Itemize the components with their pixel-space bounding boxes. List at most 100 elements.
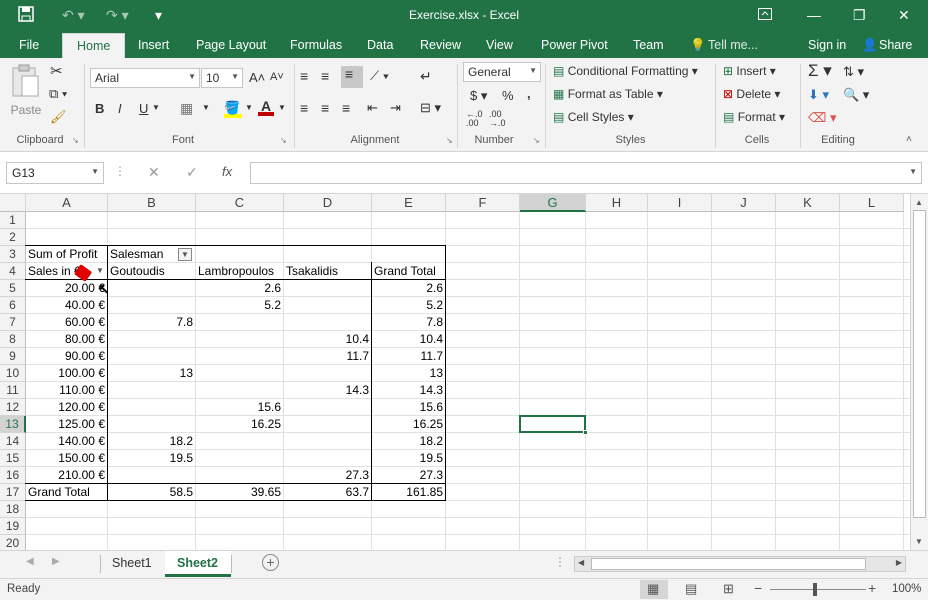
page-layout-view-icon[interactable]: ▤ — [685, 581, 697, 597]
pivot-cell[interactable]: 63.7 — [284, 484, 372, 501]
pivot-cell[interactable] — [284, 365, 372, 382]
copy-icon[interactable]: ⧉ ▾ — [49, 86, 67, 102]
tab-file[interactable]: File — [19, 38, 39, 52]
wrap-text-icon[interactable]: ↵ — [420, 68, 432, 85]
pivot-cell[interactable]: 7.8 — [108, 314, 196, 331]
cancel-icon[interactable]: ✕ — [148, 164, 160, 181]
tab-insert[interactable]: Insert — [138, 38, 169, 52]
worksheet-grid[interactable]: A B C D E F G H I J K L 1 2 3 4 5 6 7 8 9 10 11 12 13 14 15 16 17 18 1… — [0, 194, 910, 552]
pivot-cell[interactable] — [196, 365, 284, 382]
salesman-filter-dropdown[interactable]: ▼ — [178, 248, 192, 261]
pivot-cell[interactable] — [284, 297, 372, 314]
horizontal-scroll-thumb[interactable] — [591, 558, 866, 570]
pivot-cell[interactable]: 40.00 € — [26, 297, 108, 314]
pivot-cell[interactable]: 39.65 — [196, 484, 284, 501]
find-select-icon[interactable]: 🔍 ▾ — [843, 87, 869, 103]
currency-icon[interactable]: $ ▾ — [470, 88, 487, 104]
pivot-cell[interactable] — [108, 382, 196, 399]
pivot-cell[interactable]: 19.5 — [108, 450, 196, 467]
row-header[interactable]: 14 — [0, 433, 26, 450]
row-header[interactable]: 19 — [0, 518, 26, 535]
pivot-cell[interactable] — [284, 433, 372, 450]
pivot-cell[interactable] — [108, 331, 196, 348]
column-header[interactable]: K — [776, 194, 840, 212]
zoom-out-icon[interactable]: − — [754, 580, 762, 596]
tab-page-layout[interactable]: Page Layout — [196, 38, 266, 52]
pivot-cell[interactable]: 10.4 — [284, 331, 372, 348]
pivot-cell[interactable]: 18.2 — [372, 433, 446, 450]
pivot-cell[interactable]: 7.8 — [372, 314, 446, 331]
tab-data[interactable]: Data — [367, 38, 393, 52]
scroll-left-icon[interactable]: ◀ — [578, 558, 584, 567]
conditional-formatting-button[interactable]: ▤ Conditional Formatting ▾ — [553, 64, 698, 78]
row-header[interactable]: 8 — [0, 331, 26, 348]
zoom-slider[interactable] — [770, 589, 866, 590]
pivot-cell[interactable]: 2.6 — [372, 280, 446, 297]
normal-view-icon[interactable]: ▦ — [647, 581, 659, 597]
insert-cells-button[interactable]: ⊞ Insert ▾ — [723, 64, 776, 78]
underline-dropdown-icon[interactable]: ▼ — [152, 103, 160, 112]
pivot-cell[interactable]: 27.3 — [372, 467, 446, 484]
pivot-cell[interactable]: 110.00 € — [26, 382, 108, 399]
tab-view[interactable]: View — [486, 38, 513, 52]
pivot-cell[interactable]: 5.2 — [196, 297, 284, 314]
number-format-box[interactable]: General ▼ — [463, 62, 541, 82]
next-sheet-icon[interactable]: ▶ — [52, 556, 60, 567]
column-header[interactable]: G — [520, 194, 586, 212]
tab-team[interactable]: Team — [633, 38, 664, 52]
pivot-cell[interactable]: 100.00 € — [26, 365, 108, 382]
decrease-decimal-icon[interactable]: .00 →.0 — [489, 110, 506, 128]
percent-icon[interactable]: % — [502, 88, 514, 103]
font-color-icon[interactable]: A — [258, 98, 274, 116]
font-size-box[interactable]: 10 ▼ — [201, 68, 243, 88]
format-cells-button[interactable]: ▤ Format ▾ — [723, 110, 785, 124]
pivot-cell[interactable]: 2.6 — [196, 280, 284, 297]
pivot-cell[interactable] — [284, 280, 372, 297]
name-box[interactable]: G13 ▼ — [6, 162, 104, 184]
format-painter-icon[interactable]: 🖌 — [50, 109, 67, 125]
vertical-scroll-thumb[interactable] — [913, 210, 926, 518]
tab-home[interactable]: Home — [62, 33, 126, 58]
pivot-cell[interactable]: 14.3 — [284, 382, 372, 399]
borders-icon[interactable]: ▦ — [180, 100, 193, 117]
pivot-cell[interactable]: 15.6 — [372, 399, 446, 416]
pivot-cell[interactable]: Grand Total — [26, 484, 108, 501]
pivot-cell[interactable]: 19.5 — [372, 450, 446, 467]
pivot-cell[interactable]: 11.7 — [284, 348, 372, 365]
borders-dropdown-icon[interactable]: ▼ — [202, 103, 210, 112]
alignment-launcher-icon[interactable]: ↘ — [446, 136, 453, 145]
pivot-cell[interactable] — [196, 433, 284, 450]
pivot-cell[interactable]: 27.3 — [284, 467, 372, 484]
pivot-cell[interactable]: 90.00 € — [26, 348, 108, 365]
row-header[interactable]: 6 — [0, 297, 26, 314]
restore-icon[interactable]: ❐ — [853, 6, 866, 24]
scroll-up-icon[interactable]: ▲ — [915, 198, 923, 207]
pivot-cell[interactable]: 16.25 — [372, 416, 446, 433]
close-icon[interactable]: ✕ — [898, 6, 910, 24]
expand-formula-icon[interactable]: ▼ — [909, 167, 917, 176]
column-header[interactable]: A — [26, 194, 108, 212]
row-header[interactable]: 17 — [0, 484, 26, 501]
formula-input[interactable]: ▼ — [250, 162, 922, 184]
tab-review[interactable]: Review — [420, 38, 461, 52]
row-header[interactable]: 10 — [0, 365, 26, 382]
format-as-table-button[interactable]: ▦ Format as Table ▾ — [553, 87, 663, 101]
scroll-right-icon[interactable]: ▶ — [896, 558, 902, 567]
pivot-cell[interactable]: 5.2 — [372, 297, 446, 314]
insert-function-button[interactable]: fx — [222, 164, 232, 179]
pivot-cell[interactable]: 120.00 € — [26, 399, 108, 416]
pivot-cell[interactable]: 60.00 € — [26, 314, 108, 331]
ribbon-display-icon[interactable] — [758, 6, 772, 24]
pivot-cell[interactable]: 10.4 — [372, 331, 446, 348]
name-box-dropdown-icon[interactable]: ▼ — [91, 167, 99, 176]
pivot-cell[interactable]: 210.00 € — [26, 467, 108, 484]
clipboard-launcher-icon[interactable]: ↘ — [72, 136, 79, 145]
pivot-cell[interactable]: 150.00 € — [26, 450, 108, 467]
vertical-scrollbar[interactable]: ▲ ▼ — [910, 194, 928, 550]
row-header[interactable]: 15 — [0, 450, 26, 467]
prev-sheet-icon[interactable]: ◀ — [26, 556, 34, 567]
clear-icon[interactable]: ⌫ ▾ — [808, 110, 837, 126]
italic-button[interactable]: I — [118, 101, 122, 116]
zoom-in-icon[interactable]: + — [868, 580, 876, 596]
column-header[interactable]: B — [108, 194, 196, 212]
